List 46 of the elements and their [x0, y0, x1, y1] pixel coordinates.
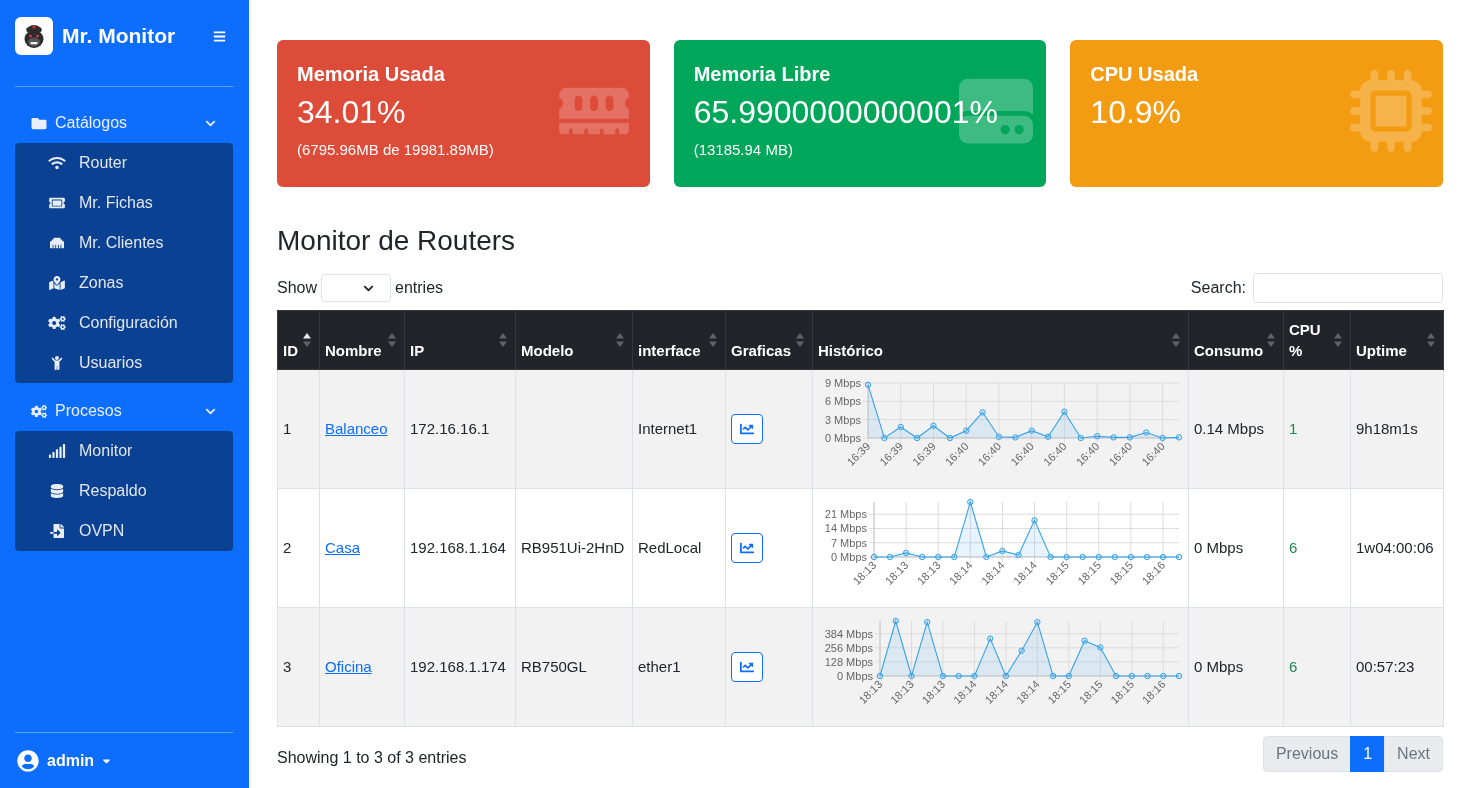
show-label: Show: [277, 279, 318, 297]
page-title: Monitor de Routers: [277, 224, 516, 258]
axis-label: 0 Mbps: [830, 551, 867, 563]
table-cell: 0.14 Mbps: [1188, 369, 1284, 489]
axis-label: 3 Mbps: [824, 413, 861, 426]
search-label: Search:: [1190, 279, 1246, 297]
card-detail: (6795.96MB de 19981.89MB): [297, 141, 494, 159]
table-cell: 172.16.16.1: [404, 369, 516, 489]
table-cell: 0 Mbps: [1188, 488, 1284, 608]
table-cell: RedLocal: [632, 488, 726, 608]
card-title: CPU Usada: [1090, 62, 1199, 86]
table-cell: 2: [277, 488, 320, 608]
entries-label: entries: [395, 279, 444, 297]
table-cell: 1: [277, 369, 320, 489]
card-title: Memoria Usada: [297, 62, 445, 86]
axis-label: 256 Mbps: [824, 641, 873, 654]
table-cell: 00:57:23: [1350, 607, 1444, 727]
axis-label: 9 Mbps: [824, 377, 861, 389]
card-value: 65.9900000000001%: [693, 93, 998, 131]
table-cell: 3: [277, 607, 320, 727]
card-title: Memoria Libre: [693, 62, 831, 86]
brand-name: Mr. Monitor: [62, 24, 177, 48]
table-cell: Internet1: [632, 369, 726, 489]
table-cell: 9h18m1s: [1350, 369, 1444, 489]
table-cell: ether1: [632, 607, 726, 727]
table-cell: 0 Mbps: [1188, 607, 1284, 727]
axis-label: 128 Mbps: [824, 655, 873, 668]
axis-label: 21 Mbps: [824, 508, 867, 521]
axis-label: 6 Mbps: [824, 395, 861, 408]
axis-label: 14 Mbps: [824, 522, 867, 535]
table-cell: 1w04:00:06: [1350, 488, 1444, 608]
table-cell: 192.168.1.174: [404, 607, 516, 727]
cpu-value: 6: [1289, 539, 1298, 556]
cpu-value: 1: [1289, 420, 1298, 437]
axis-label: 0 Mbps: [824, 432, 861, 444]
table-info: Showing 1 to 3 of 3 entries: [277, 748, 467, 767]
cpu-value: 6: [1289, 658, 1298, 675]
axis-label: 0 Mbps: [836, 670, 873, 682]
card-value: 34.01%: [297, 93, 406, 131]
axis-label: 7 Mbps: [830, 536, 867, 549]
card-detail: (13185.94 MB): [693, 141, 793, 159]
table-cell: RB750GL: [515, 607, 633, 727]
axis-label: 384 Mbps: [824, 627, 873, 640]
table-cell: RB951Ui-2HnD: [515, 488, 633, 608]
card-value: 10.9%: [1090, 93, 1182, 131]
table-cell: 192.168.1.164: [404, 488, 516, 608]
